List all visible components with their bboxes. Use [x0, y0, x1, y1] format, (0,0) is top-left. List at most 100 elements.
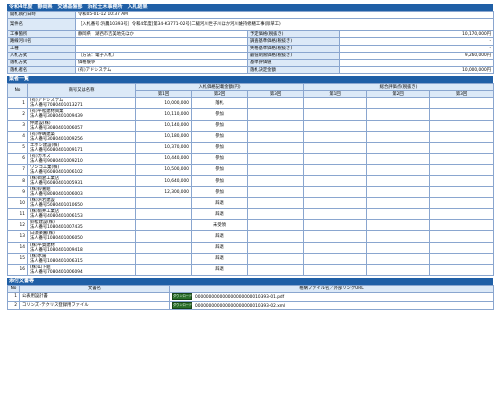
bidder-corp-number: 法人番号5080401010650	[30, 203, 83, 209]
bidder-corp-number: 法人番号1080401007435	[30, 225, 83, 231]
table-row: 12 鈴松建設(株) 法人番号1080401007435 未受領	[7, 219, 495, 232]
info-label: 工種	[7, 44, 76, 53]
bidder-corp-number: 法人番号9080401009210	[30, 158, 83, 164]
bidder-no: 3	[7, 119, 28, 132]
bid-result: 辞退	[191, 263, 248, 276]
info-value: 令和05-01-12 10:37 AM	[74, 10, 495, 20]
bidder-corp-number: 法人番号7080401013271	[30, 103, 83, 109]
bidder-name-cell: (有)アドシステム 法人番号7080401013271	[27, 97, 136, 110]
table-row: 13 白須楽園(株) 法人番号1080401006050 辞退	[7, 230, 495, 243]
bid-amount-first: 10,440,000	[135, 152, 192, 165]
info-label: 開札執行日時	[7, 10, 76, 20]
info-value	[75, 44, 248, 53]
bidders-table: No 商号又は名称 入札価格記載金額(円) 総合評価点(税抜き) 第1回 第2回…	[7, 83, 495, 276]
eval-third	[429, 163, 495, 176]
page: 令和4年度 静岡県 交通基盤部 浜松土木事務所 入札結果 開札執行日時 令和05-…	[7, 4, 495, 311]
info-row: 工種 失格基準価格(税抜き) -	[7, 44, 495, 53]
bid-amount-first: 10,370,000	[135, 141, 192, 154]
bidder-corp-number: 法人番号8080401006003	[30, 192, 83, 198]
info-value: （方法：電子入札）	[75, 51, 248, 60]
eval-second	[366, 130, 431, 143]
info-value	[75, 37, 248, 46]
eval-first	[303, 141, 368, 154]
eval-third	[429, 108, 495, 121]
bid-result: 参加	[191, 108, 248, 121]
bid-amount-third	[246, 208, 305, 221]
col-bid-third: 第3回	[246, 90, 305, 99]
info-label: 案件名	[7, 18, 76, 32]
download-button[interactable]: ダウンロード	[172, 302, 192, 309]
bid-amount-third	[246, 197, 305, 210]
table-row: 3 伸建設(株) 法人番号3080401006057 10,140,000 参加	[7, 119, 495, 132]
bidder-name-cell: (株)水陽 法人番号1080401006315	[27, 252, 136, 265]
eval-third	[429, 197, 495, 210]
eval-first	[303, 97, 368, 110]
col-bid-second: 第2回	[191, 90, 248, 99]
info-row: 案件名 ［入札番号:浜農10393号］令和4年度[第34-K3771-02号]二級…	[7, 18, 495, 32]
info-row: 工事箇所 静岡県 湖西市吉美地先ほか 予定価格(税抜き) 10,170,000円	[7, 30, 495, 39]
table-row: 5 エボシ建設(株) 法人番号6080401009171 10,370,000 参加	[7, 141, 495, 154]
eval-second	[366, 263, 431, 276]
bidder-corp-number: 法人番号1080401006315	[30, 258, 83, 264]
bid-amount-third	[246, 230, 305, 243]
bid-amount-first	[135, 219, 192, 232]
table-row: 2 コリンズ･テクリス登録用ファイル ダウンロード 00000000000000000…	[7, 300, 494, 311]
bidder-name-cell: (株)山下組 法人番号7080401006094	[27, 263, 136, 276]
table-row: 15 (株)水陽 法人番号1080401006315 辞退	[7, 252, 495, 265]
info-label: 落札者名	[7, 66, 76, 75]
info-label: 落札決定金額	[247, 66, 340, 75]
bidder-name-cell: (有)平松建材興業 法人番号3080401009439	[27, 108, 136, 121]
bidder-name-cell: 白須楽園(株) 法人番号1080401006050	[27, 230, 136, 243]
bid-amount-third	[246, 252, 305, 265]
eval-second	[366, 152, 431, 165]
info-label: 基準評価値	[247, 58, 340, 68]
bid-result: 辞退	[191, 252, 248, 265]
info-row: 入札方式 （方法：電子入札） 最低制限価格(税抜き) 9,260,000円	[7, 51, 495, 60]
bid-amount-first	[135, 252, 192, 265]
bid-result: 参加	[191, 119, 248, 132]
bid-amount-third	[246, 97, 305, 110]
table-row: 9 (株)鈴嘉組 法人番号8080401006003 12,300,000 参加	[7, 186, 495, 199]
col-name: 商号又は名称	[27, 83, 136, 99]
eval-first	[303, 108, 368, 121]
info-value: 価格競争	[75, 58, 248, 68]
bidder-name-cell: エボシ建設(株) 法人番号6080401009171	[27, 141, 136, 154]
bidder-no: 7	[7, 163, 28, 176]
bid-amount-first	[135, 230, 192, 243]
bid-amount-third	[246, 219, 305, 232]
eval-second	[366, 141, 431, 154]
table-row: 7 ワンゴ工業(株) 法人番号6080401006102 10,500,000 参加	[7, 163, 495, 176]
doc-no: 2	[7, 300, 20, 311]
doc-file-link[interactable]: 000000000000000000000010393-02.xml	[195, 304, 285, 309]
table-row: 2 (有)平松建材興業 法人番号3080401009439 10,110,000 参加	[7, 108, 495, 121]
bid-result: 参加	[191, 130, 248, 143]
table-row: 16 (株)山下組 法人番号7080401006094 辞退	[7, 263, 495, 276]
bid-amount-first: 10,640,000	[135, 174, 192, 188]
eval-first	[303, 152, 368, 165]
bid-amount-third	[246, 163, 305, 176]
bidder-name-cell: (株)平賀建材 法人番号1080401009418	[27, 241, 136, 254]
info-row: 落札方式 価格競争 基準評価値	[7, 58, 495, 68]
eval-second	[366, 163, 431, 176]
bidder-corp-number: 法人番号3080401009439	[30, 114, 83, 120]
table-row: 11 (株)角井工業店 法人番号4080401006153 辞退	[7, 208, 495, 221]
info-value: 静岡県 湖西市吉美地先ほか	[75, 30, 248, 39]
info-value: 9,260,000円	[338, 51, 495, 60]
bid-amount-third	[246, 174, 305, 188]
bid-amount-third	[246, 241, 305, 254]
col-eval-first: 第1回	[303, 90, 368, 99]
eval-second	[366, 119, 431, 132]
bidder-name-cell: (有)寺嶋建築 法人番号3080401009256	[27, 130, 136, 143]
info-row: 落札者名 (有)アドシステム 落札決定金額 10,000,000円	[7, 66, 495, 75]
bid-result: 参加	[191, 174, 248, 188]
bidder-corp-number: 法人番号3080401009256	[30, 136, 83, 142]
bidder-corp-number: 法人番号3080401006057	[30, 125, 83, 131]
bid-amount-third	[246, 141, 305, 154]
bid-amount-first: 10,140,000	[135, 119, 192, 132]
doc-file-link[interactable]: 000000000000000000000010393-01.pdf	[195, 295, 284, 300]
info-label: 最低制限価格(税抜き)	[247, 51, 340, 60]
col-eval-group: 総合評価点(税抜き)	[303, 83, 495, 92]
docs-section-title: 添付文書等	[7, 277, 493, 285]
download-button[interactable]: ダウンロード	[172, 293, 192, 301]
eval-second	[366, 174, 431, 188]
